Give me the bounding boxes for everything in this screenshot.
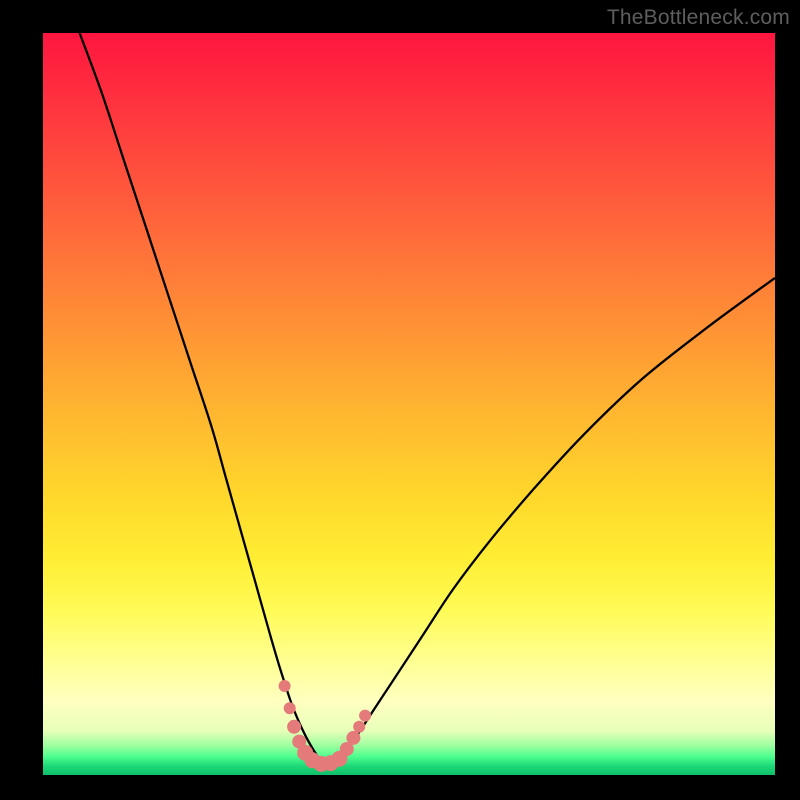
data-marker: [279, 680, 291, 692]
data-marker: [287, 720, 301, 734]
plot-area: [43, 33, 775, 775]
data-marker: [359, 710, 371, 722]
data-marker: [346, 731, 360, 745]
bottleneck-curve: [80, 33, 775, 764]
chart-svg: [43, 33, 775, 775]
data-marker: [353, 721, 365, 733]
marker-group: [279, 680, 372, 772]
chart-frame: TheBottleneck.com: [0, 0, 800, 800]
watermark-text: TheBottleneck.com: [607, 6, 790, 30]
data-marker: [284, 702, 296, 714]
